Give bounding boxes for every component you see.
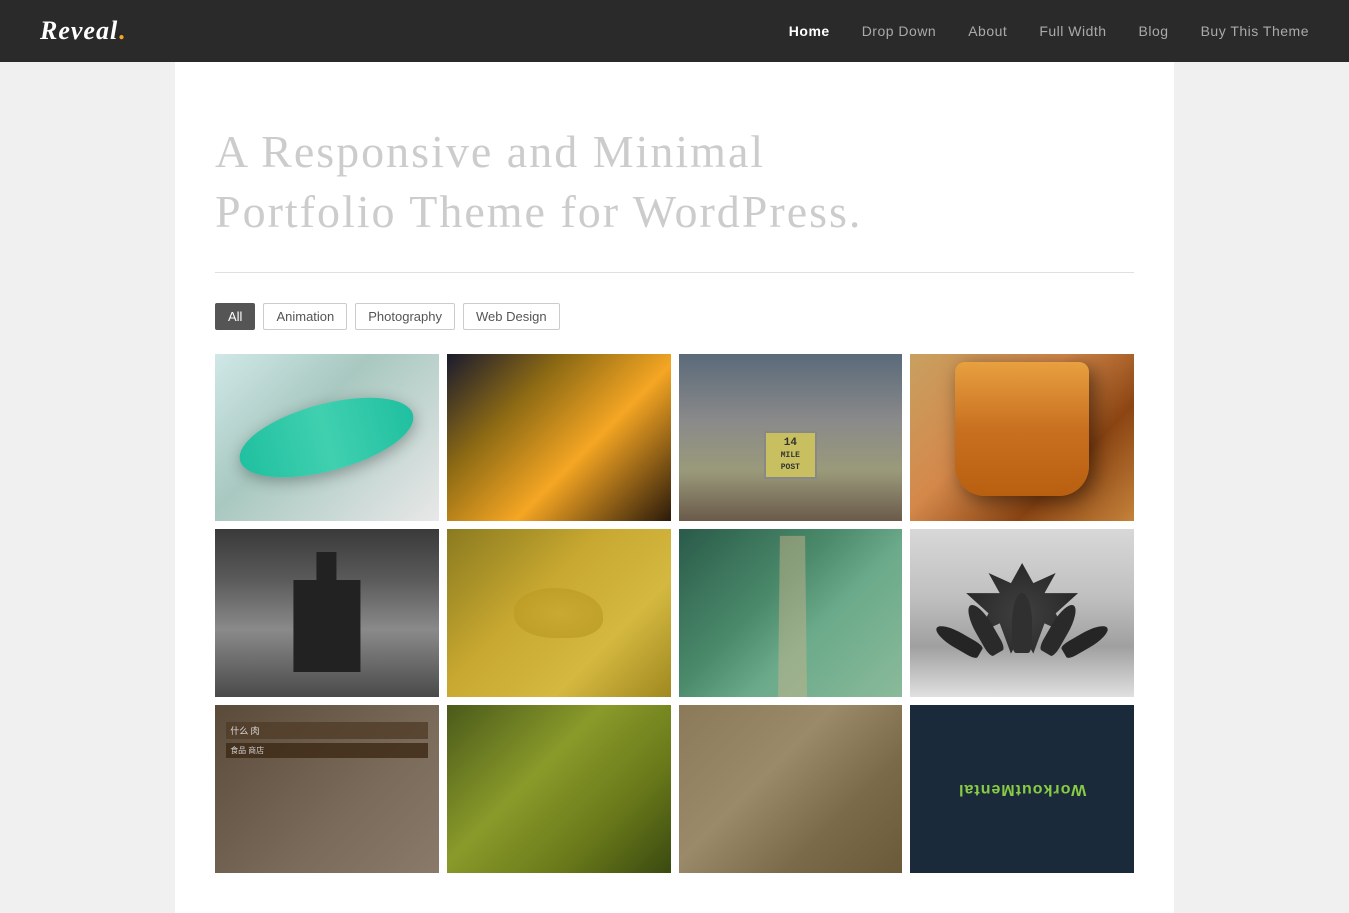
nav-home[interactable]: Home xyxy=(789,23,830,39)
portfolio-item-7[interactable] xyxy=(679,529,903,697)
portfolio-item-4[interactable] xyxy=(910,354,1134,522)
nav-blog[interactable]: Blog xyxy=(1139,23,1169,39)
portfolio-item-9[interactable]: 什么 肉 食品 商店 xyxy=(215,705,439,873)
section-divider xyxy=(215,272,1134,273)
filter-webdesign[interactable]: Web Design xyxy=(463,303,560,330)
nav-fullwidth[interactable]: Full Width xyxy=(1039,23,1106,39)
portfolio-item-8[interactable] xyxy=(910,529,1134,697)
hero-title-line1: A Responsive and Minimal xyxy=(215,126,765,177)
site-header: Reveal. Home Drop Down About Full Width … xyxy=(0,0,1349,62)
filter-photography[interactable]: Photography xyxy=(355,303,455,330)
nav-buy[interactable]: Buy This Theme xyxy=(1201,23,1309,39)
portfolio-grid: 14MILE POST xyxy=(215,354,1134,873)
filter-bar: All Animation Photography Web Design xyxy=(215,303,1134,330)
main-content: A Responsive and Minimal Portfolio Theme… xyxy=(175,62,1174,913)
filter-animation[interactable]: Animation xyxy=(263,303,347,330)
portfolio-item-5[interactable] xyxy=(215,529,439,697)
nav-dropdown[interactable]: Drop Down xyxy=(862,23,937,39)
logo-text: Reveal xyxy=(40,16,118,45)
portfolio-item-3[interactable]: 14MILE POST xyxy=(679,354,903,522)
main-nav: Home Drop Down About Full Width Blog Buy… xyxy=(789,23,1309,39)
portfolio-item-1[interactable] xyxy=(215,354,439,522)
portfolio-item-12[interactable]: WorkoutMental xyxy=(910,705,1134,873)
portfolio-item-10[interactable] xyxy=(447,705,671,873)
portfolio-item-11[interactable] xyxy=(679,705,903,873)
nav-about[interactable]: About xyxy=(968,23,1007,39)
portfolio-item-2[interactable] xyxy=(447,354,671,522)
logo-dot: . xyxy=(118,16,126,45)
hero-title-line2: Portfolio Theme for WordPress. xyxy=(215,186,862,237)
filter-all[interactable]: All xyxy=(215,303,255,330)
portfolio-item-6[interactable] xyxy=(447,529,671,697)
hero-title: A Responsive and Minimal Portfolio Theme… xyxy=(215,122,1134,242)
site-logo[interactable]: Reveal. xyxy=(40,16,126,46)
